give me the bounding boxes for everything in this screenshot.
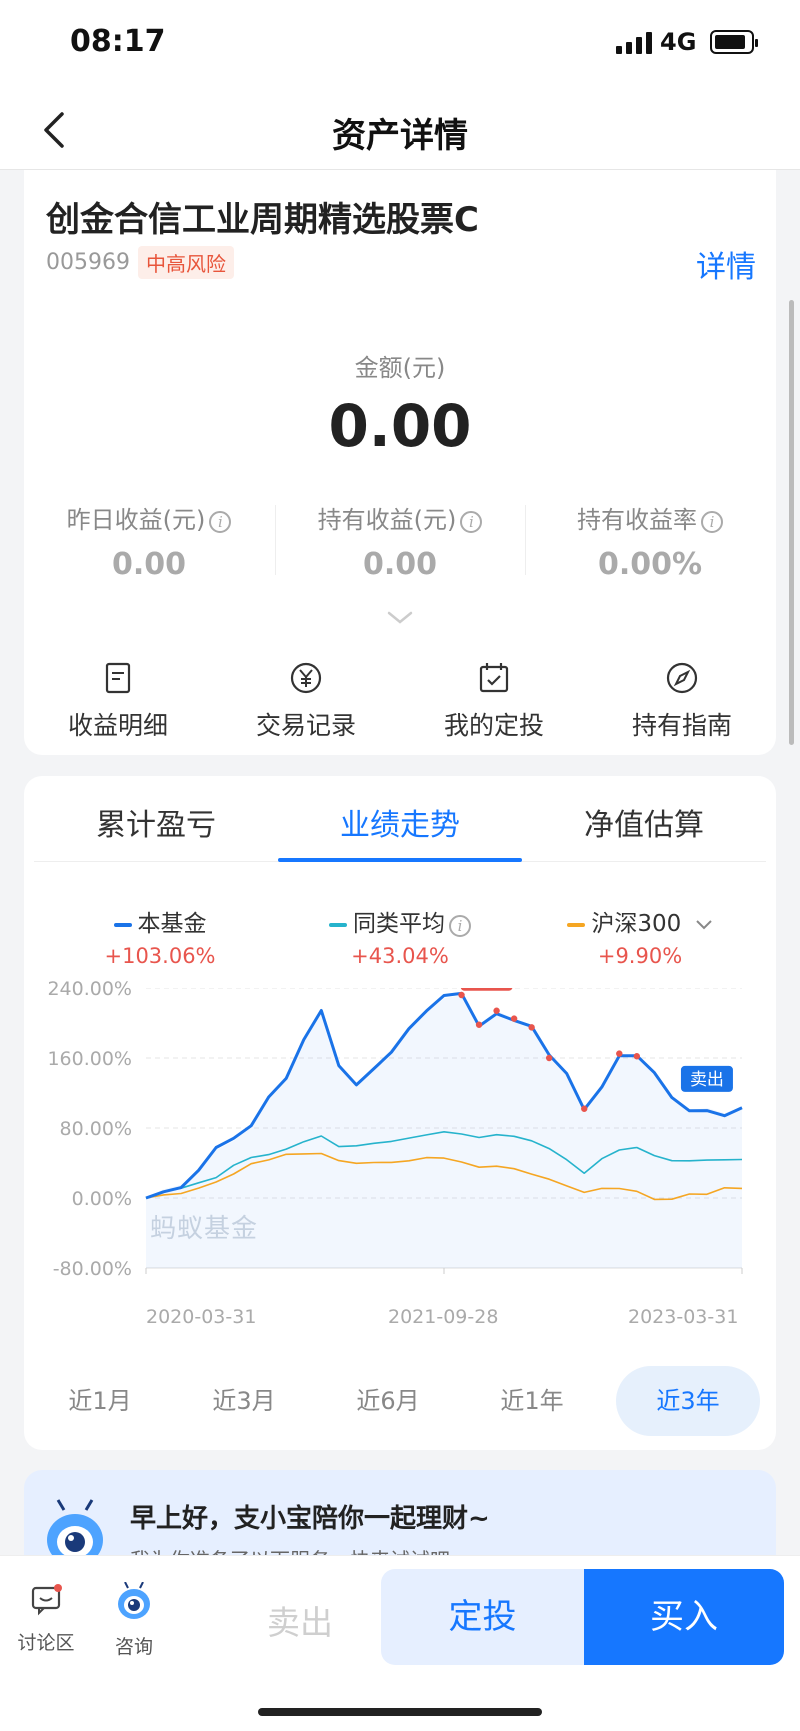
amount-value: 0.00	[328, 392, 472, 460]
action-label: 收益明细	[67, 711, 168, 740]
action-label: 交易记录	[255, 711, 356, 740]
buy-point	[475, 1021, 483, 1028]
consult-button[interactable]: 咨询	[94, 1581, 174, 1659]
action-income-detail[interactable]: 收益明细	[24, 658, 212, 742]
tab-cumulative-pnl[interactable]: 累计盈亏	[34, 800, 278, 844]
buy-point	[458, 991, 465, 999]
scrollbar[interactable]	[789, 300, 794, 745]
discuss-button[interactable]: 讨论区	[6, 1582, 86, 1655]
legend-name: 同类平均	[353, 911, 445, 937]
period-1y[interactable]: 近1年	[460, 1366, 604, 1436]
chat-icon	[31, 1584, 62, 1616]
calendar-icon	[400, 658, 588, 698]
stat-label: 持有收益率	[577, 506, 697, 534]
stat-holding: 持有收益(元) i 0.00	[275, 500, 525, 582]
bottom-action-bar: 讨论区 咨询 卖出 定投 买入	[0, 1555, 800, 1731]
yen-icon	[212, 658, 400, 698]
consult-label: 咨询	[114, 1636, 153, 1658]
fund-code: 005969	[46, 250, 130, 275]
risk-badge: 中高风险	[138, 246, 234, 279]
amount-label: 金额(元)	[354, 354, 446, 382]
stat-value: 0.00	[111, 547, 187, 582]
legend-name: 本基金	[137, 911, 207, 937]
period-3m[interactable]: 近3月	[172, 1366, 316, 1436]
stat-label: 持有收益(元)	[317, 506, 457, 534]
period-6m[interactable]: 近6月	[316, 1366, 460, 1436]
mascot-icon	[118, 1581, 150, 1619]
buy-point	[581, 1105, 588, 1112]
signal-icon	[616, 32, 652, 54]
buy-marker-label: 买入	[470, 988, 504, 989]
stat-rate: 持有收益率 i 0.00%	[525, 500, 775, 582]
info-icon[interactable]: i	[460, 511, 483, 533]
action-holding-guide[interactable]: 持有指南	[588, 658, 776, 742]
action-my-dingtou[interactable]: 我的定投	[400, 658, 588, 742]
fund-name: 创金合信工业周期精选股票C	[46, 200, 479, 240]
nav-bar: 资产详情	[0, 88, 800, 170]
buy-point	[633, 1053, 641, 1060]
buy-point	[528, 1024, 535, 1031]
stat-yesterday: 昨日收益(元) i 0.00	[24, 500, 274, 582]
legend-swatch	[329, 922, 347, 927]
legend-hs300[interactable]: 沪深300 +9.90%	[520, 904, 760, 968]
battery-icon	[710, 30, 758, 54]
legend-swatch	[567, 922, 586, 927]
tab-nav-estimate[interactable]: 净值估算	[522, 800, 766, 844]
tab-indicator	[278, 858, 522, 862]
legend-peer-avg: 同类平均 i +43.04%	[280, 904, 520, 968]
buy-point	[493, 1007, 500, 1014]
buy-point	[616, 1050, 623, 1057]
status-time: 08:17	[70, 24, 166, 59]
info-icon[interactable]: i	[701, 511, 723, 533]
compass-icon	[588, 658, 776, 698]
home-indicator	[258, 1708, 542, 1716]
banner-text: 早上好，支小宝陪你一起理财~	[130, 1504, 490, 1534]
buy-point	[545, 1054, 553, 1062]
buy-point	[510, 1015, 518, 1022]
discuss-label: 讨论区	[17, 1632, 75, 1654]
action-label: 持有指南	[631, 711, 732, 740]
sell-button[interactable]: 卖出	[230, 1596, 370, 1644]
network-type: 4G	[660, 28, 697, 56]
legend-swatch	[113, 922, 132, 927]
legend-pct: +9.90%	[597, 944, 683, 968]
legend-name: 沪深300	[591, 911, 682, 937]
chevron-down-icon[interactable]	[386, 610, 414, 626]
status-bar: 08:17 4G	[0, 0, 800, 88]
period-selector: 近1月 近3月 近6月 近1年 近3年	[24, 1358, 776, 1436]
tab-performance[interactable]: 业绩走势	[278, 800, 522, 844]
dingtou-button[interactable]: 定投	[381, 1569, 584, 1665]
stat-value: 0.00%	[597, 547, 703, 582]
legend-pct: +103.06%	[104, 944, 216, 968]
chart-tabs: 累计盈亏 业绩走势 净值估算	[34, 776, 766, 862]
detail-link[interactable]: 详情	[696, 242, 756, 286]
stat-label: 昨日收益(元)	[66, 506, 206, 534]
x-tick: 2021-09-28	[388, 1306, 499, 1328]
sell-marker-label: 卖出	[690, 1070, 724, 1090]
buy-button[interactable]: 买入	[584, 1569, 784, 1665]
performance-chart: 240.00% 160.00% 80.00% 0.00% -80.00% 蚂蚁基…	[24, 978, 776, 1328]
action-label: 我的定投	[443, 711, 544, 740]
performance-card: 累计盈亏 业绩走势 净值估算 本基金 +103.06% 同类平均 i +43.04…	[24, 776, 776, 1450]
chevron-down-icon	[695, 920, 712, 930]
x-tick: 2020-03-31	[146, 1306, 257, 1328]
info-icon[interactable]: i	[449, 915, 471, 937]
page-title: 资产详情	[332, 116, 468, 156]
action-trade-record[interactable]: 交易记录	[212, 658, 400, 742]
chart-plot[interactable]: 买入卖出	[24, 988, 776, 1298]
document-icon	[24, 658, 212, 698]
period-1m[interactable]: 近1月	[28, 1366, 172, 1436]
legend-fund: 本基金 +103.06%	[40, 904, 280, 968]
stat-value: 0.00	[362, 547, 438, 582]
x-tick: 2023-03-31	[628, 1306, 739, 1328]
info-icon[interactable]: i	[209, 511, 232, 533]
legend-pct: +43.04%	[351, 944, 449, 968]
period-3y[interactable]: 近3年	[616, 1366, 760, 1436]
asset-card: 创金合信工业周期精选股票C 005969 中高风险 详情 金额(元) 0.00 …	[24, 170, 776, 755]
